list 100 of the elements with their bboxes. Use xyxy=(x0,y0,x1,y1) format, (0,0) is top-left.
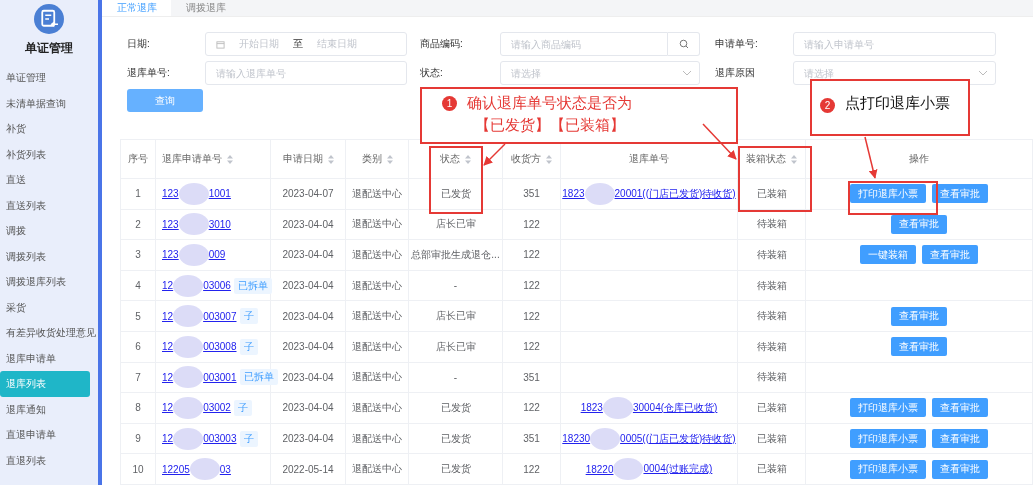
sidebar-item[interactable]: 调拨退库列表 xyxy=(0,269,98,295)
tag: 子 xyxy=(239,338,258,355)
sidebar-item[interactable]: 未清单据查询 xyxy=(0,90,98,116)
tag: 已拆单 xyxy=(233,277,272,294)
search-icon xyxy=(678,39,689,49)
sidebar-item[interactable]: 有差异收货处理意见 xyxy=(0,320,98,346)
table-cell: 2023-04-07 xyxy=(270,178,346,210)
table-cell: 已发货 xyxy=(408,423,503,454)
column-header: 序号 xyxy=(120,139,156,179)
sidebar-item[interactable]: 直送 xyxy=(0,167,98,193)
field-label: 商品编码: xyxy=(420,37,464,51)
table-cell: 已发货 xyxy=(408,178,503,210)
table-cell: 7 xyxy=(120,362,156,393)
table-cell: 2023-04-04 xyxy=(270,300,346,332)
request-number-link[interactable]: 12 003001 xyxy=(162,366,237,389)
column-header[interactable]: 装箱状态 xyxy=(737,139,806,179)
field-label: 申请单号: xyxy=(715,37,759,51)
sidebar-item[interactable]: 采货 xyxy=(0,294,98,320)
table-cell: 店长已审 xyxy=(408,209,503,240)
sidebar-item[interactable]: 退库申请单 xyxy=(0,345,98,371)
sort-icon xyxy=(227,154,233,164)
chevron-down-icon xyxy=(682,70,692,76)
sidebar-item[interactable]: 直退列表 xyxy=(0,447,98,473)
table-cell: 351 xyxy=(502,423,561,454)
redaction-blob xyxy=(178,213,209,236)
table-cell: 已装箱 xyxy=(737,178,806,210)
column-header[interactable]: 退库申请单号 xyxy=(155,139,271,179)
table-cell: 2023-04-04 xyxy=(270,239,346,271)
table-cell: 待装箱 xyxy=(737,209,806,240)
table-cell: 已装箱 xyxy=(737,423,806,454)
sidebar-title: 单证管理 xyxy=(24,40,74,57)
redaction-blob xyxy=(173,427,204,450)
tag: 子 xyxy=(239,308,258,325)
sidebar-item[interactable]: 退库通知 xyxy=(0,396,98,422)
sidebar-item[interactable]: 补货列表 xyxy=(0,141,98,167)
request-number-link[interactable]: 12 03006 xyxy=(162,274,231,297)
redaction-blob xyxy=(178,244,209,266)
table-cell: 122 xyxy=(502,331,561,363)
request-number-link[interactable]: 12 003007 xyxy=(162,305,237,328)
sort-icon xyxy=(386,154,393,164)
table-cell: 1 xyxy=(120,178,156,210)
calendar-icon xyxy=(216,39,225,49)
redaction-blob xyxy=(178,182,209,205)
redaction-blob xyxy=(613,458,644,481)
sidebar-item[interactable]: 补货 xyxy=(0,116,98,142)
range-separator: 至 xyxy=(293,37,303,51)
redaction-blob xyxy=(173,335,204,358)
request-number-link[interactable]: 12 003003 xyxy=(162,427,237,450)
table-cell: 已发货 xyxy=(408,392,503,424)
redaction-blob xyxy=(173,366,204,389)
table-cell: 已装箱 xyxy=(737,453,806,485)
redaction-blob xyxy=(173,396,204,419)
table-cell: 待装箱 xyxy=(737,270,806,301)
request-number-link[interactable]: 12 003008 xyxy=(162,335,237,358)
redaction-blob xyxy=(189,458,220,481)
table-cell: 待装箱 xyxy=(737,362,806,393)
table-cell: 351 xyxy=(502,362,561,393)
column-header[interactable]: 申请日期 xyxy=(270,139,346,179)
table-cell: 10 xyxy=(120,453,156,485)
table-cell: 退配送中心 xyxy=(345,239,409,271)
table-cell: 2022-05-14 xyxy=(270,453,346,485)
table-cell: 店长已审 xyxy=(408,300,503,332)
tab[interactable]: 调拨退库 xyxy=(171,0,240,16)
sidebar-item[interactable]: 直送列表 xyxy=(0,192,98,218)
table-cell: 待装箱 xyxy=(737,239,806,271)
highlight-frame xyxy=(429,146,483,214)
table-cell: 已装箱 xyxy=(737,392,806,424)
table-cell: 122 xyxy=(502,209,561,240)
field-label: 日期: xyxy=(127,37,151,51)
search-button[interactable] xyxy=(668,32,700,56)
table-cell: 总部审批生成退仓... xyxy=(408,239,503,271)
table-cell: - xyxy=(408,362,503,393)
callout-text: 确认退库单号状态是否为 xyxy=(467,93,632,113)
callout-text: 点打印退库小票 xyxy=(845,94,950,113)
sidebar-item[interactable]: 调拨 xyxy=(0,218,98,244)
table-cell: 2 xyxy=(120,209,156,240)
table-cell: 退配送中心 xyxy=(345,392,409,424)
sidebar-item[interactable]: 单证管理 xyxy=(0,65,98,91)
request-number-link[interactable]: 12 03002 xyxy=(162,396,231,419)
redaction-blob xyxy=(173,274,204,297)
table-cell: 3 xyxy=(120,239,156,271)
field-label: 退库单号: xyxy=(127,66,171,80)
redaction-blob xyxy=(602,396,633,419)
table-cell: 退配送中心 xyxy=(345,300,409,332)
table-cell: 9 xyxy=(120,423,156,454)
table-cell: 122 xyxy=(502,239,561,271)
table-cell: - xyxy=(408,270,503,301)
callout-text: 【已发货】【已装箱】 xyxy=(473,115,626,135)
sidebar-item[interactable]: 直退申请单 xyxy=(0,422,98,448)
table-cell: 2023-04-04 xyxy=(270,331,346,363)
table-cell: 退配送中心 xyxy=(345,331,409,363)
table-cell: 2023-04-04 xyxy=(270,423,346,454)
table-cell: 5 xyxy=(120,300,156,332)
sidebar-item[interactable]: 调拨列表 xyxy=(0,243,98,269)
sort-icon xyxy=(465,154,471,164)
column-header[interactable]: 类别 xyxy=(345,139,409,179)
table-cell: 8 xyxy=(120,392,156,424)
table-cell: 6 xyxy=(120,331,156,363)
table-cell: 122 xyxy=(502,392,561,424)
redaction-blob xyxy=(173,305,204,328)
